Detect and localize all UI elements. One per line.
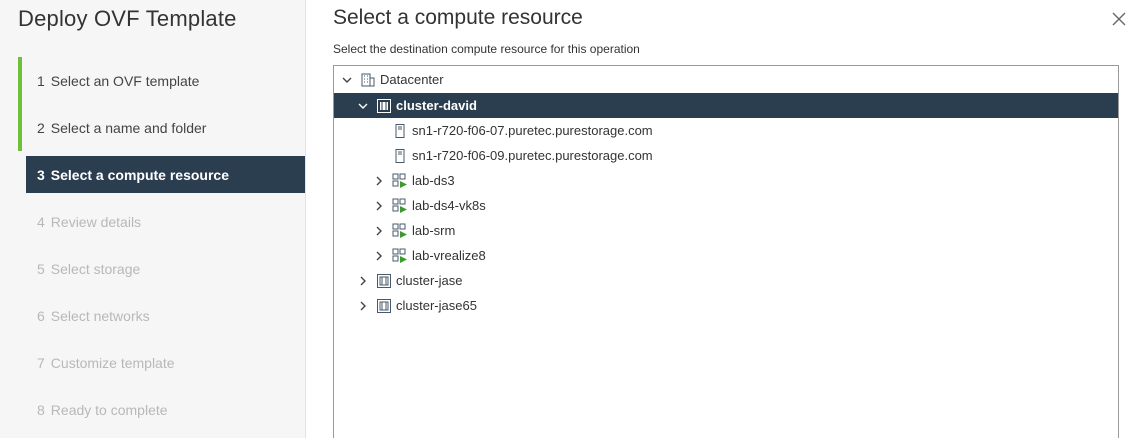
step-number: 4 [37,213,45,230]
tree-node-label: lab-vrealize8 [412,248,486,263]
step-number: 7 [37,354,45,371]
cluster-icon [376,298,392,314]
step-complete-indicator [18,57,22,104]
chevron-right-icon[interactable] [372,174,386,188]
tree-node-label: sn1-r720-f06-07.puretec.purestorage.com [412,123,653,138]
page-subtitle: Select the destination compute resource … [333,42,640,56]
step-complete-indicator [18,104,22,151]
step-select-ovf-template[interactable]: 1 Select an OVF template [18,57,306,104]
step-ready-to-complete: 8 Ready to complete [18,386,306,433]
wizard-sidebar: Deploy OVF Template 1 Select an OVF templ… [0,0,306,438]
tree-node-label: lab-srm [412,223,456,238]
tree-node-host[interactable]: sn1-r720-f06-07.puretec.purestorage.com [334,118,1118,143]
vapp-icon [392,198,408,214]
step-label: Select an OVF template [50,72,200,89]
tree-node-datacenter[interactable]: Datacenter [334,67,1118,92]
step-number: 5 [37,260,45,277]
host-icon [392,148,408,164]
chevron-right-icon[interactable] [356,274,370,288]
vapp-icon [392,173,408,189]
host-icon [392,123,408,139]
tree-node-vapp[interactable]: lab-ds4-vk8s [334,193,1118,218]
step-select-name-and-folder[interactable]: 2 Select a name and folder [18,104,306,151]
step-number: 3 [37,166,45,183]
step-label: Select a name and folder [50,119,207,136]
wizard-title: Deploy OVF Template [18,6,237,31]
step-label: Ready to complete [50,401,168,418]
step-number: 6 [37,307,45,324]
cluster-icon [376,98,392,114]
chevron-right-icon[interactable] [372,199,386,213]
step-number: 1 [37,72,45,89]
step-label: Select storage [50,260,141,277]
step-select-networks: 6 Select networks [18,292,306,339]
cluster-icon [376,273,392,289]
datacenter-icon [360,72,376,88]
tree-node-label: sn1-r720-f06-09.puretec.purestorage.com [412,148,653,163]
step-label: Select a compute resource [50,166,229,183]
step-label: Select networks [50,307,150,324]
tree-node-label: cluster-jase [396,273,463,288]
close-icon[interactable] [1111,11,1127,27]
step-label: Review details [50,213,142,230]
chevron-right-icon[interactable] [356,299,370,313]
tree-node-cluster-jase[interactable]: cluster-jase [334,268,1118,293]
vapp-icon [392,248,408,264]
vapp-icon [392,223,408,239]
chevron-down-icon[interactable] [340,73,354,87]
step-select-compute-resource[interactable]: 3 Select a compute resource [18,151,306,198]
step-review-details: 4 Review details [18,198,306,245]
step-customize-template: 7 Customize template [18,339,306,386]
step-select-storage: 5 Select storage [18,245,306,292]
tree-node-cluster-david[interactable]: cluster-david [334,93,1118,118]
step-number: 8 [37,401,45,418]
tree-node-label: lab-ds3 [412,173,455,188]
tree-node-vapp[interactable]: lab-srm [334,218,1118,243]
tree-node-label: cluster-david [396,98,477,113]
tree-node-vapp[interactable]: lab-vrealize8 [334,243,1118,268]
tree-node-vapp[interactable]: lab-ds3 [334,168,1118,193]
tree-node-cluster-jase65[interactable]: cluster-jase65 [334,293,1118,318]
tree-node-label: Datacenter [380,72,444,87]
tree-node-host[interactable]: sn1-r720-f06-09.puretec.purestorage.com [334,143,1118,168]
compute-resource-tree: Datacenter cluster-david sn1-r720-f06-07… [333,65,1119,438]
page-title: Select a compute resource [333,6,583,29]
step-number: 2 [37,119,45,136]
content-panel: Select a compute resource Select the des… [306,0,1131,438]
chevron-right-icon[interactable] [372,224,386,238]
step-label: Customize template [50,354,175,371]
wizard-steps: 1 Select an OVF template 2 Select a name a… [18,57,306,433]
tree-node-label: cluster-jase65 [396,298,477,313]
tree-node-label: lab-ds4-vk8s [412,198,486,213]
chevron-right-icon[interactable] [372,249,386,263]
chevron-down-icon[interactable] [356,99,370,113]
